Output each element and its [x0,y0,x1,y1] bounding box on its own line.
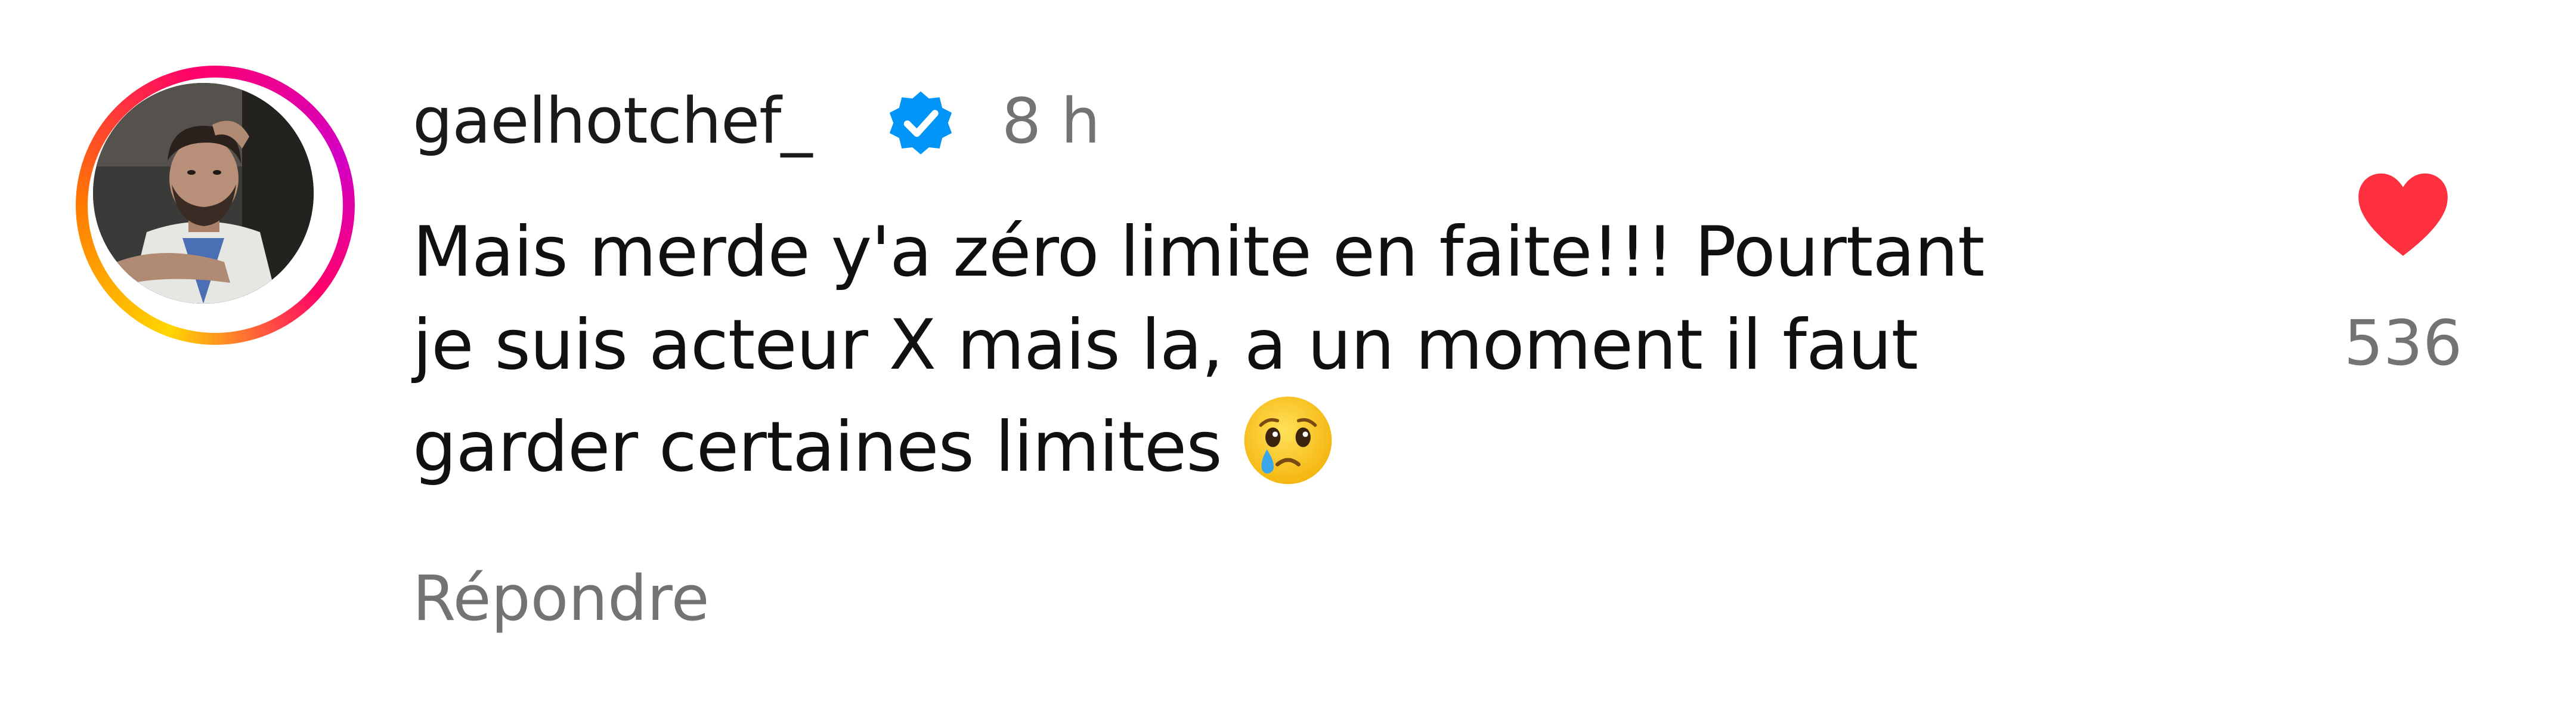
comment-text: Mais merde y'a zéro limite en faite!!! P… [413,206,2261,487]
like-button[interactable] [2352,166,2454,261]
like-count: 536 [2343,307,2463,379]
username[interactable]: gaelhotchef_ [413,82,812,160]
story-ring[interactable] [76,66,355,345]
comment-line-text: garder certaines limites [413,407,1222,487]
comment-line: Mais merde y'a zéro limite en faite!!! P… [413,212,1984,292]
avatar[interactable] [93,83,314,304]
comment-timestamp: 8 h [1002,85,1101,158]
crying-face-emoji-icon [1240,392,1336,489]
verified-badge-icon [883,85,959,161]
heart-icon [2358,173,2448,256]
comment-line: je suis acteur X mais la, a un moment il… [413,305,1918,385]
reply-button[interactable]: Répondre [413,560,710,637]
profile-photo-icon [93,83,314,304]
comment-line-last: garder certaines limites [413,392,2261,487]
